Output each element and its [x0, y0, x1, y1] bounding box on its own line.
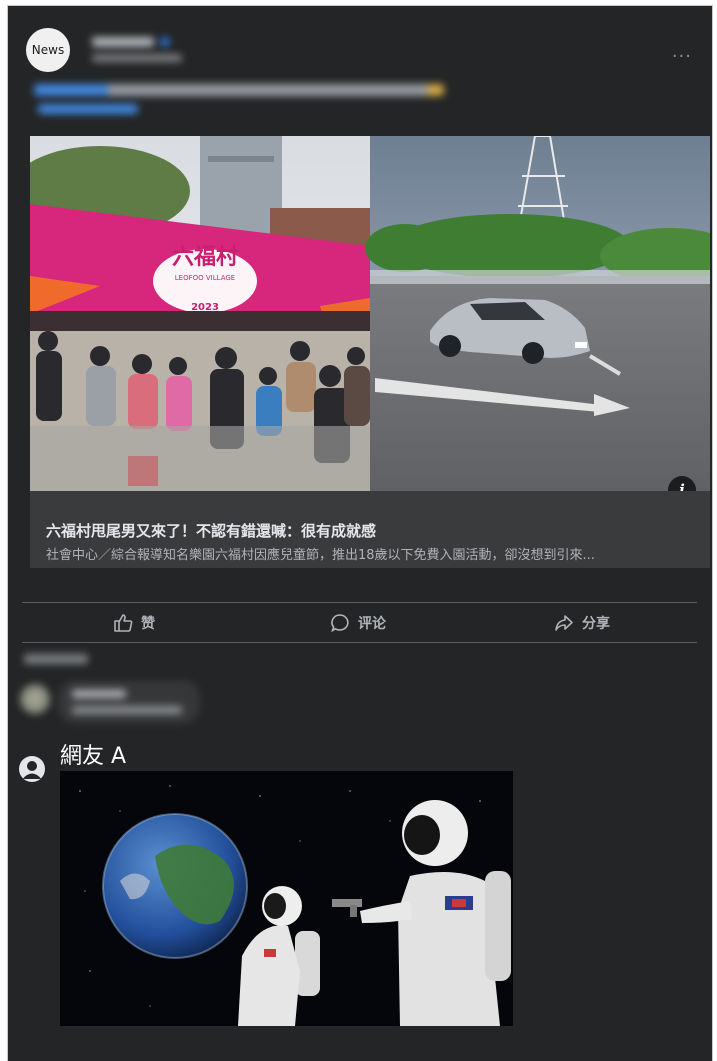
user-icon[interactable] — [19, 756, 45, 782]
page-name[interactable] — [92, 32, 182, 47]
actions-bottom-divider — [22, 642, 697, 643]
avatar-label: News — [31, 43, 65, 57]
comment-sort-blurred[interactable] — [24, 654, 88, 664]
comment-button[interactable]: 评论 — [246, 606, 470, 640]
post-caption-blurred — [34, 84, 444, 96]
link-preview-card[interactable]: 六福村 LEOFOO VILLAGE 2023 i 六福村甩尾男又來了！不認有錯… — [30, 136, 710, 568]
comment-label: 评论 — [358, 616, 386, 632]
page-avatar[interactable]: News — [26, 28, 70, 72]
like-label: 赞 — [141, 616, 155, 632]
share-icon — [555, 615, 573, 631]
share-label: 分享 — [582, 616, 610, 632]
comment-text-blurred — [72, 706, 182, 714]
comment-bubble-blurred — [58, 680, 200, 724]
link-preview-image[interactable]: 六福村 LEOFOO VILLAGE 2023 i — [30, 136, 710, 491]
comment-author-blurred — [72, 690, 126, 698]
like-button[interactable]: 赞 — [22, 606, 246, 640]
verified-icon — [160, 37, 170, 47]
link-title[interactable]: 六福村甩尾男又來了！不認有錯還喊：很有成就感 — [46, 520, 376, 541]
post-caption-link-blurred[interactable] — [38, 104, 138, 114]
share-button[interactable]: 分享 — [470, 606, 694, 640]
park-sign-subtitle: LEOFOO VILLAGE — [175, 274, 235, 282]
comment-avatar-blurred[interactable] — [20, 684, 50, 714]
post-panel: News ··· 六福村 LEOFOO VILLAGE 2023 i 六福村甩尾… — [8, 6, 712, 1061]
post-actions-bar: 赞 评论 分享 — [22, 606, 694, 640]
post-timestamp-blurred[interactable] — [92, 54, 182, 62]
actions-top-divider — [22, 602, 697, 603]
comment-meme-image[interactable] — [60, 771, 513, 1026]
link-description: 社會中心／綜合報導知名樂園六福村因應兒童節，推出18歲以下免費入園活動，卻沒想到… — [46, 548, 595, 563]
park-sign-title: 六福村 — [172, 245, 238, 270]
comment-icon — [331, 614, 349, 633]
page-name-blurred — [92, 37, 154, 47]
comment-author-name[interactable]: 網友 A — [60, 738, 126, 770]
like-icon — [114, 614, 133, 632]
more-icon[interactable]: ··· — [672, 46, 692, 67]
